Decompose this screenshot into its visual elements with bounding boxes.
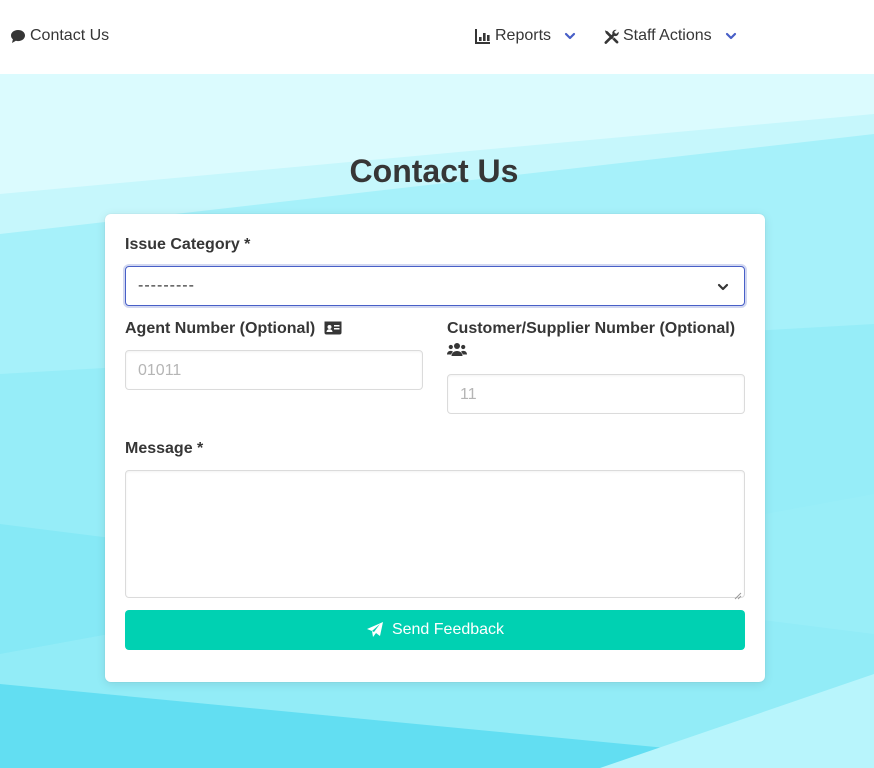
send-feedback-button[interactable]: Send Feedback — [125, 610, 745, 650]
chevron-down-icon — [716, 280, 730, 294]
comment-icon — [10, 28, 26, 44]
resize-grip-icon[interactable] — [734, 587, 742, 600]
send-feedback-label: Send Feedback — [391, 621, 505, 638]
customer-supplier-label-text: Customer/Supplier Number (Optional) — [447, 320, 736, 337]
nav-staff-actions-dropdown[interactable]: Staff Actions — [603, 26, 738, 46]
nav-reports-dropdown[interactable]: Reports — [475, 26, 577, 46]
chevron-down-icon — [724, 29, 738, 43]
id-card-icon — [324, 320, 342, 342]
agent-number-label-text: Agent Number (Optional) — [125, 320, 316, 337]
paper-plane-icon — [366, 621, 384, 639]
contact-form-card: Issue Category * --------- Agent Number … — [105, 214, 765, 682]
nav-staff-actions-label: Staff Actions — [623, 27, 712, 44]
issue-category-label: Issue Category * — [125, 236, 251, 253]
message-label: Message * — [125, 440, 204, 457]
nav-contact-us[interactable]: Contact Us — [10, 26, 109, 46]
issue-category-selected-value: --------- — [138, 277, 195, 294]
agent-number-placeholder: 01011 — [138, 362, 182, 379]
chevron-down-icon — [563, 29, 577, 43]
top-navbar: Contact Us Reports Staff Actions — [0, 0, 874, 74]
nav-reports-label: Reports — [495, 27, 552, 44]
customer-supplier-input[interactable]: 11 — [447, 374, 745, 414]
customer-supplier-placeholder: 11 — [460, 386, 477, 403]
nav-contact-us-label: Contact Us — [30, 27, 110, 44]
message-textarea[interactable] — [125, 470, 745, 600]
tools-icon — [603, 28, 619, 44]
users-icon — [447, 342, 467, 364]
agent-number-label: Agent Number (Optional) — [125, 318, 342, 342]
issue-category-select[interactable]: --------- — [125, 266, 745, 306]
page-title: Contact Us — [349, 153, 519, 189]
chart-bar-icon — [475, 28, 491, 44]
agent-number-input[interactable]: 01011 — [125, 350, 423, 390]
customer-supplier-label: Customer/Supplier Number (Optional) — [447, 318, 747, 364]
